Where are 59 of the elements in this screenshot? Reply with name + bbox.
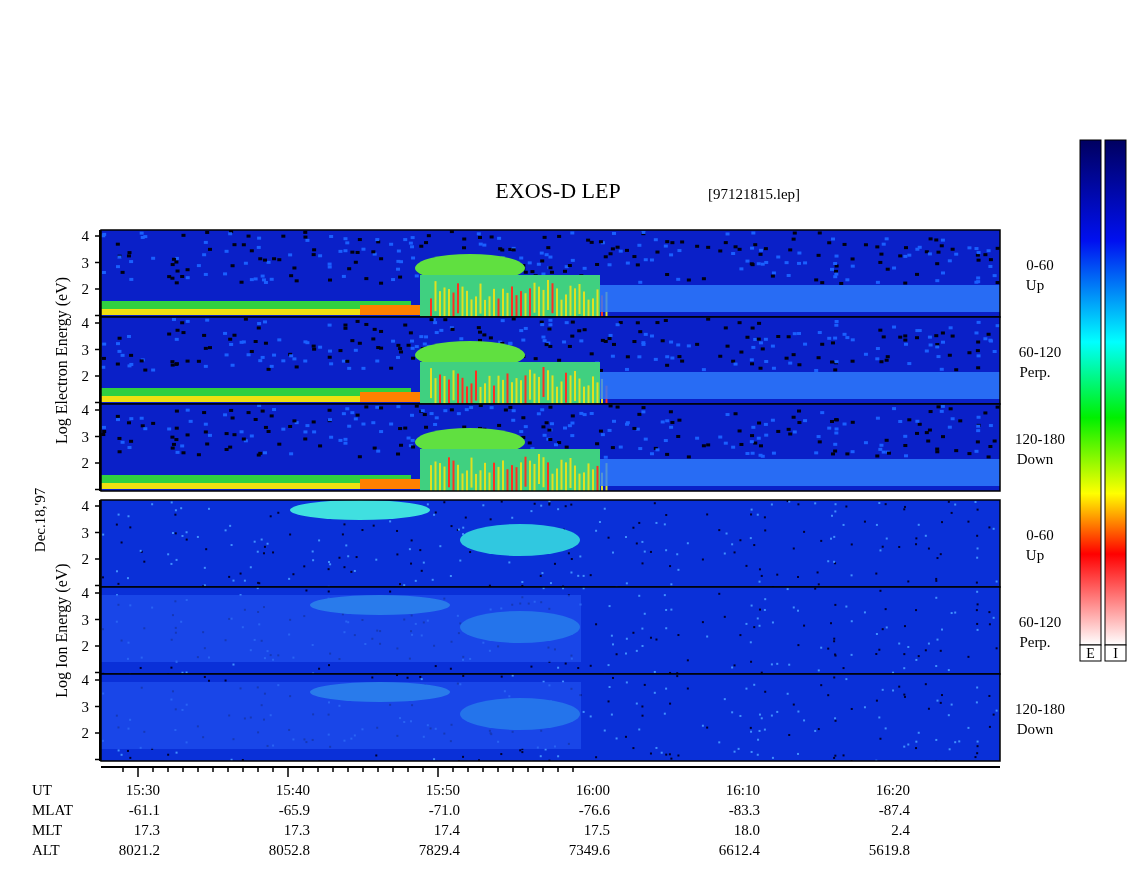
axis-value: 8021.2 — [118, 842, 160, 858]
tick-label: 2 — [81, 725, 89, 741]
axis-value: 17.5 — [583, 822, 610, 838]
axis-value: 16:10 — [725, 782, 760, 798]
tick-label: 4 — [81, 585, 89, 601]
axis-value: 6612.4 — [718, 842, 760, 858]
axis-value: 16:00 — [575, 782, 610, 798]
axis-value: 15:50 — [425, 782, 460, 798]
date-label: Dec.18,'97 — [32, 487, 48, 553]
tick-label: 2 — [81, 281, 89, 297]
panel-label: 120-180 Down — [1015, 431, 1065, 467]
row-label: UT — [32, 782, 52, 798]
tick-label: 3 — [81, 341, 89, 358]
tick-label: 4 — [81, 498, 89, 514]
scale-label: I — [1104, 644, 1127, 662]
axis-value: -65.9 — [278, 802, 310, 818]
row-label: MLAT — [32, 802, 73, 818]
axis-value: -71.0 — [428, 802, 460, 818]
axis-value: 8052.8 — [268, 842, 310, 858]
axis-value: 15:30 — [125, 782, 160, 798]
axis-value: -83.3 — [728, 802, 760, 818]
tick-label: 3 — [81, 698, 89, 715]
axis-value: -76.6 — [578, 802, 610, 818]
tick-label: 4 — [81, 402, 89, 418]
axis-value: 17.4 — [433, 822, 460, 838]
plot-title: EXOS-D LEP — [495, 178, 621, 203]
tick-label: 2 — [81, 455, 89, 471]
tick-label: 3 — [81, 611, 89, 628]
axis-value: -87.4 — [878, 802, 910, 818]
tick-label: 4 — [81, 315, 89, 331]
panel-label: 0-60 Up — [1025, 257, 1054, 293]
tick-label: 2 — [81, 638, 89, 654]
axis-value: 16:20 — [875, 782, 910, 798]
tick-label: 3 — [81, 524, 89, 541]
axis-value: 18.0 — [733, 822, 760, 838]
axis-value: 7349.6 — [568, 842, 610, 858]
tick-label: 2 — [81, 551, 89, 567]
row-label: ALT — [32, 842, 60, 858]
panel-label: 120-180 Down — [1015, 701, 1065, 737]
axis-value: 15:40 — [275, 782, 310, 798]
axis-label: Log Ion Energy (eV) — [53, 563, 70, 698]
axis-value: -61.1 — [128, 802, 160, 818]
tick-label: 2 — [81, 368, 89, 384]
axis-value: 17.3 — [133, 822, 160, 838]
panel-label: 60-120 Perp. — [1018, 344, 1062, 380]
scale-label: E — [1079, 644, 1102, 662]
tick-label: 3 — [81, 254, 89, 271]
file-name: [97121815.lep] — [708, 186, 801, 202]
axis-value: 17.3 — [283, 822, 310, 838]
row-label: MLT — [32, 822, 63, 838]
tick-label: 4 — [81, 228, 89, 244]
panel-label: 0-60 Up — [1025, 527, 1054, 563]
axis-label: Log Electron Energy (eV) — [53, 276, 70, 445]
axis-value: 2.4 — [891, 822, 910, 838]
axis-value: 7829.4 — [418, 842, 460, 858]
axis-value: 5619.8 — [868, 842, 910, 858]
tick-label: 3 — [81, 428, 89, 445]
tick-label: 4 — [81, 672, 89, 688]
panel-label: 60-120 Perp. — [1018, 614, 1062, 650]
